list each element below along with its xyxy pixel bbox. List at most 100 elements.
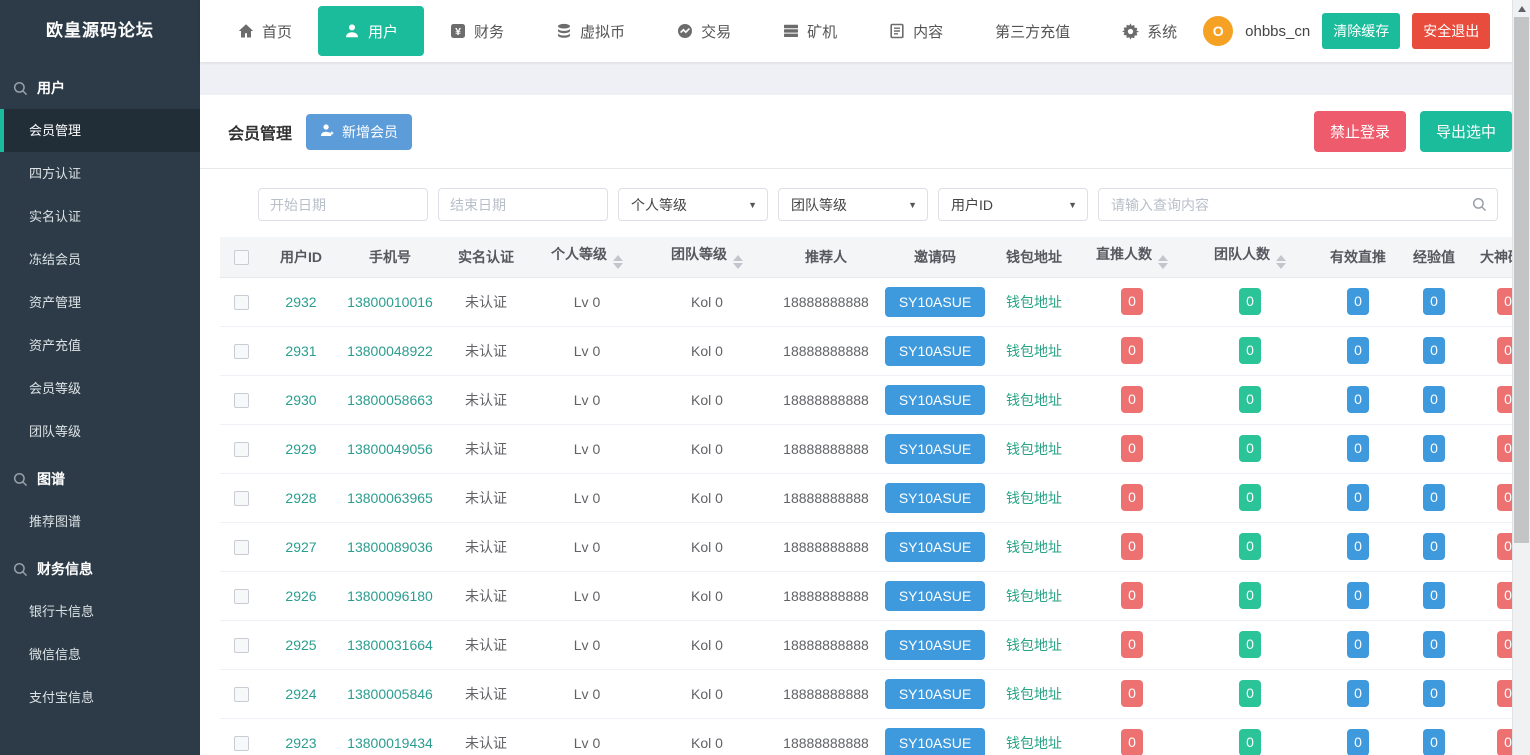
sidebar-item[interactable]: 四方认证 [0, 152, 200, 195]
col-team_count[interactable]: 团队人数 [1186, 237, 1314, 277]
wallet-link[interactable]: 钱包地址 [1006, 441, 1062, 457]
invite-code-button[interactable]: SY10ASUE [885, 287, 985, 317]
user-id-link[interactable]: 2932 [285, 294, 316, 310]
scrollbar-up-arrow[interactable] [1513, 0, 1530, 17]
user-id-link[interactable]: 2923 [285, 735, 316, 751]
select-all-checkbox[interactable] [234, 250, 249, 265]
invite-code-button[interactable]: SY10ASUE [885, 679, 985, 709]
nav-item-home[interactable]: 首页 [212, 0, 318, 62]
row-checkbox[interactable] [234, 295, 249, 310]
sort-icons[interactable] [733, 255, 743, 269]
wallet-link[interactable]: 钱包地址 [1006, 343, 1062, 359]
team-level-select[interactable]: 团队等级 ▼ [778, 188, 928, 221]
phone-link[interactable]: 13800019434 [347, 735, 433, 751]
nav-item-users[interactable]: 用户 [318, 6, 424, 56]
nav-item-miner[interactable]: 矿机 [757, 0, 863, 62]
nav-item-system[interactable]: 系统 [1096, 0, 1203, 62]
nav-item-finance[interactable]: ¥财务 [424, 0, 530, 62]
sidebar-item[interactable]: 推荐图谱 [0, 500, 200, 543]
row-checkbox[interactable] [234, 687, 249, 702]
row-checkbox[interactable] [234, 540, 249, 555]
user-id-link[interactable]: 2931 [285, 343, 316, 359]
wallet-link[interactable]: 钱包地址 [1006, 490, 1062, 506]
row-checkbox[interactable] [234, 344, 249, 359]
nav-item-third-party-recharge[interactable]: 第三方充值 [969, 0, 1096, 62]
user-id-link[interactable]: 2929 [285, 441, 316, 457]
phone-link[interactable]: 13800089036 [347, 539, 433, 555]
phone-link[interactable]: 13800010016 [347, 294, 433, 310]
logout-button[interactable]: 安全退出 [1412, 13, 1490, 49]
phone-link[interactable]: 13800048922 [347, 343, 433, 359]
sort-icons[interactable] [613, 255, 623, 269]
invite-code-button[interactable]: SY10ASUE [885, 483, 985, 513]
row-checkbox[interactable] [234, 491, 249, 506]
invite-code-button[interactable]: SY10ASUE [885, 385, 985, 415]
col-personal_level[interactable]: 个人等级 [532, 237, 642, 277]
invite-code-button[interactable]: SY10ASUE [885, 728, 985, 755]
wallet-link[interactable]: 钱包地址 [1006, 588, 1062, 604]
username[interactable]: ohbbs_cn [1245, 23, 1310, 40]
invite-code-button[interactable]: SY10ASUE [885, 434, 985, 464]
invite-code-button[interactable]: SY10ASUE [885, 532, 985, 562]
user-id-link[interactable]: 2925 [285, 637, 316, 653]
sidebar-section: 用户会员管理四方认证实名认证冻结会员资产管理资产充值会员等级团队等级 [0, 66, 200, 453]
search-input[interactable] [1098, 188, 1498, 221]
phone-link[interactable]: 13800005846 [347, 686, 433, 702]
phone-link[interactable]: 13800063965 [347, 490, 433, 506]
sidebar-item[interactable]: 实名认证 [0, 195, 200, 238]
user-id-link[interactable]: 2927 [285, 539, 316, 555]
sidebar-item[interactable]: 微信信息 [0, 633, 200, 676]
wallet-link[interactable]: 钱包地址 [1006, 294, 1062, 310]
sidebar-item[interactable]: 冻结会员 [0, 238, 200, 281]
sidebar-item[interactable]: 团队等级 [0, 410, 200, 453]
wallet-link[interactable]: 钱包地址 [1006, 392, 1062, 408]
start-date-input[interactable] [258, 188, 428, 221]
export-selected-button[interactable]: 导出选中 [1420, 111, 1512, 152]
phone-link[interactable]: 13800058663 [347, 392, 433, 408]
sidebar-item[interactable]: 银行卡信息 [0, 590, 200, 633]
invite-code-button[interactable]: SY10ASUE [885, 581, 985, 611]
add-member-button[interactable]: 新增会员 [306, 114, 412, 150]
sidebar-item[interactable]: 会员管理 [0, 109, 200, 152]
sidebar-item[interactable]: 资产管理 [0, 281, 200, 324]
invite-code-button[interactable]: SY10ASUE [885, 630, 985, 660]
content-background: 会员管理 新增会员 禁止登录 导出选中 个人等级 ▼ [200, 62, 1530, 755]
end-date-input[interactable] [438, 188, 608, 221]
nav-item-trade[interactable]: 交易 [651, 0, 757, 62]
wallet-link[interactable]: 钱包地址 [1006, 735, 1062, 751]
sidebar-item[interactable]: 支付宝信息 [0, 676, 200, 719]
clear-cache-button[interactable]: 清除缓存 [1322, 13, 1400, 49]
nav-item-content[interactable]: 内容 [863, 0, 969, 62]
sort-icons[interactable] [1276, 255, 1286, 269]
row-checkbox[interactable] [234, 638, 249, 653]
sidebar-item[interactable]: 资产充值 [0, 324, 200, 367]
row-checkbox[interactable] [234, 393, 249, 408]
nav-item-crypto[interactable]: 虚拟币 [530, 0, 651, 62]
nav-item-label: 用户 [368, 21, 398, 42]
query-field-select[interactable]: 用户ID ▼ [938, 188, 1088, 221]
wallet-link[interactable]: 钱包地址 [1006, 686, 1062, 702]
user-id-link[interactable]: 2928 [285, 490, 316, 506]
row-checkbox[interactable] [234, 589, 249, 604]
wallet-link[interactable]: 钱包地址 [1006, 539, 1062, 555]
phone-link[interactable]: 13800049056 [347, 441, 433, 457]
user-id-link[interactable]: 2924 [285, 686, 316, 702]
vertical-scrollbar[interactable] [1512, 0, 1530, 755]
ban-login-button[interactable]: 禁止登录 [1314, 111, 1406, 152]
col-team_level[interactable]: 团队等级 [642, 237, 772, 277]
scrollbar-thumb[interactable] [1514, 17, 1529, 543]
sort-icons[interactable] [1158, 255, 1168, 269]
wallet-link[interactable]: 钱包地址 [1006, 637, 1062, 653]
personal-level-select[interactable]: 个人等级 ▼ [618, 188, 768, 221]
phone-link[interactable]: 13800031664 [347, 637, 433, 653]
col-direct_count[interactable]: 直推人数 [1078, 237, 1186, 277]
sidebar-item[interactable]: 会员等级 [0, 367, 200, 410]
user-id-link[interactable]: 2926 [285, 588, 316, 604]
invite-code-button[interactable]: SY10ASUE [885, 336, 985, 366]
phone-link[interactable]: 13800096180 [347, 588, 433, 604]
row-checkbox[interactable] [234, 736, 249, 751]
row-checkbox[interactable] [234, 442, 249, 457]
search-icon[interactable] [1472, 197, 1487, 212]
user-id-link[interactable]: 2930 [285, 392, 316, 408]
avatar[interactable]: O [1203, 16, 1233, 46]
